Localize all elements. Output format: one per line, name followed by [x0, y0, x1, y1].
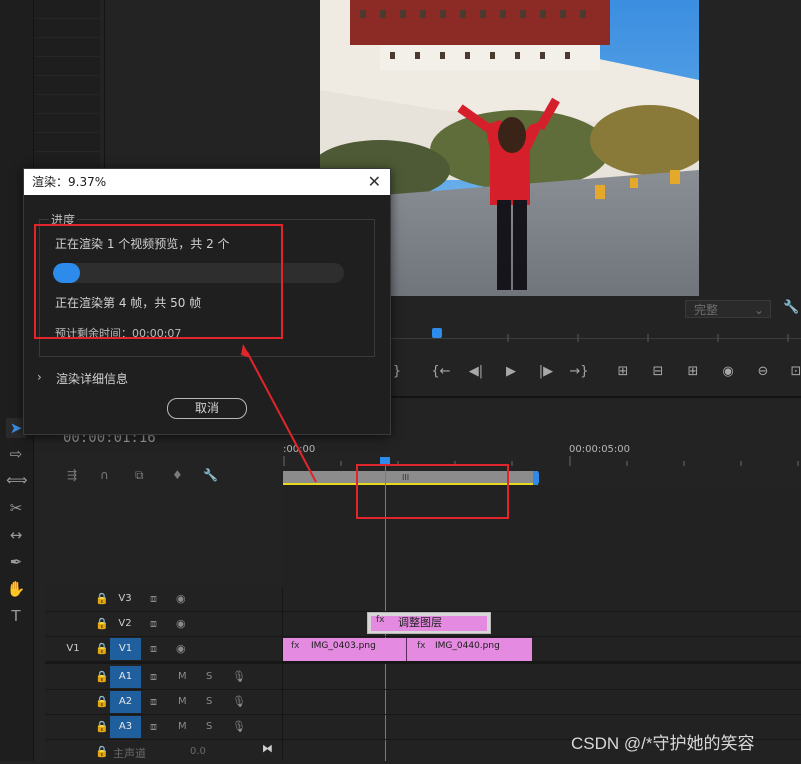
track-label-v3[interactable]: V3 — [110, 587, 140, 611]
microphone-icon[interactable]: 🎙 — [232, 715, 246, 739]
vr-icon[interactable]: ⊖ — [752, 362, 774, 382]
sync-lock-icon[interactable]: ⧈ — [150, 690, 157, 714]
pen-tool-icon[interactable]: ✒ — [6, 552, 26, 572]
lock-icon[interactable]: 🔒 — [95, 690, 109, 714]
track-target-a3[interactable]: A3 — [110, 716, 141, 738]
playback-resolution-select[interactable]: 完整 ⌄ — [685, 300, 771, 318]
step-back-icon[interactable]: ◀| — [465, 362, 487, 382]
clip-name: IMG_0403.png — [311, 641, 376, 651]
eye-icon[interactable]: ◉ — [176, 612, 186, 636]
source-panel — [104, 0, 317, 170]
track-target-v1[interactable]: V1 — [110, 638, 141, 660]
eye-icon[interactable]: ◉ — [176, 587, 186, 611]
play-icon[interactable]: ▶ — [500, 362, 522, 382]
track-row-v3 — [45, 587, 801, 612]
chevron-right-icon[interactable]: › — [37, 370, 42, 384]
lock-icon[interactable]: 🔒 — [95, 715, 109, 739]
step-forward-icon[interactable]: |▶ — [535, 362, 557, 382]
clip-img-0403[interactable]: fx IMG_0403.png — [283, 638, 407, 661]
sync-lock-icon[interactable]: ⧈ — [150, 665, 157, 689]
resolution-value: 完整 — [694, 303, 719, 317]
ruler-mark-label: 00:00:05:00 — [569, 444, 631, 455]
clip-name: 调整图层 — [398, 616, 442, 629]
lock-icon[interactable]: 🔒 — [95, 587, 109, 611]
razor-tool-icon[interactable]: ✂ — [6, 498, 26, 518]
solo-button[interactable]: S — [206, 690, 212, 714]
ripple-edit-tool-icon[interactable]: ⟺ — [6, 470, 28, 490]
monitor-ruler-ticks — [507, 334, 789, 342]
annotation-box-dialog — [34, 224, 283, 339]
cancel-button[interactable]: 取消 — [167, 398, 247, 419]
linked-selection-icon[interactable]: ⧉ — [135, 468, 144, 483]
track-label-v2[interactable]: V2 — [110, 612, 140, 636]
av-divider — [45, 662, 801, 664]
microphone-icon[interactable]: 🎙 — [232, 665, 246, 689]
slip-tool-icon[interactable]: ↔ — [6, 525, 26, 545]
clip-name: IMG_0440.png — [435, 641, 500, 651]
sync-lock-icon[interactable]: ⧈ — [150, 612, 157, 636]
track-row-a1 — [45, 665, 801, 690]
snap-icon[interactable]: ∩ — [100, 468, 109, 482]
lock-icon[interactable]: 🔒 — [95, 665, 109, 689]
adjustment-layer-clip[interactable]: fx 调整图层 — [367, 612, 491, 634]
insert-icon[interactable]: ⊞ — [682, 362, 704, 382]
go-to-in-icon[interactable]: {← — [430, 362, 452, 382]
lock-icon[interactable]: 🔒 — [95, 637, 109, 661]
track-select-tool-icon[interactable]: ⇨ — [6, 444, 26, 464]
chevron-down-icon: ⌄ — [753, 303, 764, 317]
dialog-title: 渲染：9.37% — [32, 175, 107, 189]
microphone-icon[interactable]: 🎙 — [232, 690, 246, 714]
extract-icon[interactable]: ⊟ — [647, 362, 669, 382]
type-tool-icon[interactable]: T — [6, 606, 26, 626]
dialog-titlebar: 渲染：9.37% ✕ — [24, 169, 390, 195]
bowtie-icon[interactable]: ⧓ — [262, 742, 273, 755]
camera-icon[interactable]: ◉ — [717, 362, 739, 382]
render-details-toggle[interactable]: 渲染详细信息 — [56, 370, 128, 387]
track-target-a1[interactable]: A1 — [110, 666, 141, 688]
ruler-start-label: :00:00 — [283, 444, 316, 455]
mute-button[interactable]: M — [178, 715, 187, 739]
fx-icon: fx — [376, 615, 385, 625]
hand-tool-icon[interactable]: ✋ — [6, 579, 26, 599]
clip-img-0440[interactable]: fx IMG_0440.png — [407, 638, 532, 661]
watermark-text: CSDN @/*守护她的笑容 — [571, 734, 755, 753]
nest-icon[interactable]: ⇶ — [67, 468, 77, 482]
lock-icon[interactable]: 🔒 — [95, 612, 109, 636]
track-header-divider — [282, 586, 283, 761]
source-patch-v1[interactable]: V1 — [58, 637, 88, 661]
go-to-out-icon[interactable]: →} — [568, 362, 590, 382]
eye-icon[interactable]: ◉ — [176, 637, 186, 661]
mute-button[interactable]: M — [178, 690, 187, 714]
fx-icon: fx — [291, 641, 300, 651]
more-icon[interactable]: ⊡ — [785, 362, 801, 382]
timeline-settings-icon[interactable]: 🔧 — [203, 468, 218, 482]
sync-lock-icon[interactable]: ⧈ — [150, 587, 157, 611]
solo-button[interactable]: S — [206, 715, 212, 739]
solo-button[interactable]: S — [206, 665, 212, 689]
master-track-label: 主声道 — [113, 747, 146, 760]
track-target-a2[interactable]: A2 — [110, 691, 141, 713]
sync-lock-icon[interactable]: ⧈ — [150, 637, 157, 661]
close-icon[interactable]: ✕ — [368, 169, 381, 195]
lift-icon[interactable]: ⊞ — [612, 362, 634, 382]
lock-icon[interactable]: 🔒 — [95, 740, 109, 764]
master-volume-value[interactable]: 0.0 — [190, 746, 206, 757]
sync-lock-icon[interactable]: ⧈ — [150, 715, 157, 739]
mute-button[interactable]: M — [178, 665, 187, 689]
marker-icon[interactable]: ♦ — [172, 468, 183, 482]
fx-icon: fx — [417, 641, 426, 651]
wrench-icon[interactable]: 🔧 — [783, 300, 799, 318]
annotation-box-timeline — [356, 464, 509, 519]
work-area-end-handle[interactable] — [533, 471, 539, 485]
track-row-a2 — [45, 690, 801, 715]
